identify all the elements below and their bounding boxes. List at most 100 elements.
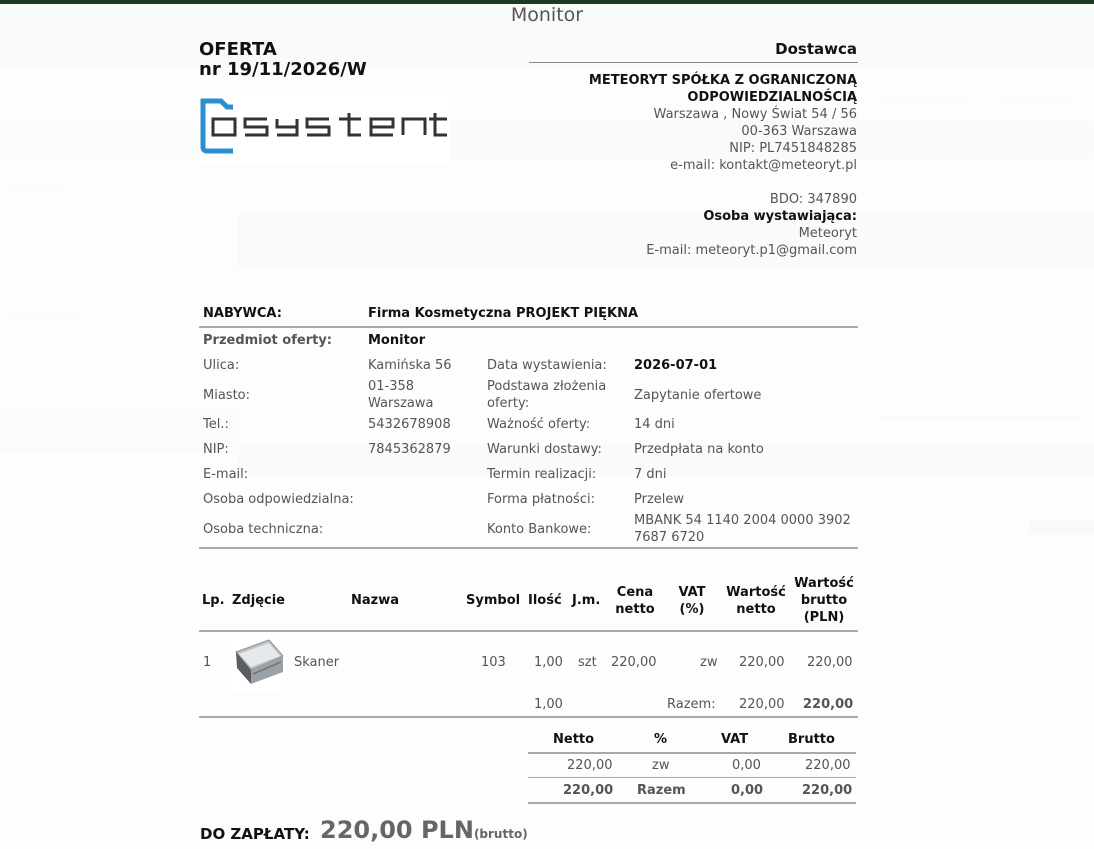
to-pay-value: 220,00 PLN	[320, 816, 474, 844]
summary-col-gross: Brutto	[788, 732, 835, 747]
supplier-bdo: BDO: 347890	[769, 192, 857, 207]
supplier-email: e-mail: kontakt@meteoryt.pl	[670, 158, 857, 173]
issue-date-value: 2026-07-01	[634, 358, 718, 373]
company-logo	[199, 95, 450, 163]
validity-label: Ważność oferty:	[487, 417, 591, 432]
summary-vat: 0,00	[732, 758, 761, 773]
scanner-photo-icon	[235, 639, 284, 684]
divider	[199, 630, 858, 632]
col-gross-value: Wartość brutto (PLN)	[790, 575, 858, 626]
col-vat-line2: (%)	[679, 602, 705, 617]
col-name: Nazwa	[351, 593, 400, 608]
term-value: 7 dni	[634, 467, 667, 482]
payment-value: Przelew	[634, 492, 685, 507]
supplier-heading: Dostawca	[775, 40, 857, 58]
col-symbol: Symbol	[466, 593, 521, 608]
asystent-logo-icon	[200, 98, 447, 154]
delivery-value: Przedpłata na konto	[634, 442, 764, 457]
supplier-name-2: ODPOWIEDZIALNOŚCIĄ	[687, 90, 857, 105]
nip-label: NIP:	[203, 442, 229, 457]
summary-total-vat: 0,00	[731, 783, 764, 798]
col-net-price-line2: netto	[615, 602, 655, 617]
subject-label: Przedmiot oferty:	[203, 333, 333, 348]
col-qty: Ilość	[528, 593, 562, 608]
col-unit: J.m.	[572, 593, 601, 608]
basis-label-2: oferty:	[487, 396, 530, 411]
divider	[528, 777, 856, 778]
supplier-postal-city: 00-363 Warszawa	[741, 124, 857, 139]
col-gross-value-line3: (PLN)	[803, 610, 845, 625]
basis-label: Podstawa złożenia	[487, 379, 607, 394]
offer-title: OFERTA nr 19/11/2026/W	[199, 40, 367, 80]
item-name: Skaner	[294, 655, 340, 670]
col-net-price-line1: Cena	[616, 585, 654, 600]
account-value-2: 7687 6720	[634, 530, 705, 545]
summary-col-net: Netto	[553, 732, 595, 747]
item-net-value: 220,00	[739, 655, 785, 670]
col-photo: Zdjęcie	[232, 593, 285, 608]
item-lp: 1	[203, 655, 212, 670]
total-net-value: 220,00	[739, 697, 785, 712]
item-symbol: 103	[481, 655, 506, 670]
supplier-address: Warszawa , Nowy Świat 54 / 56	[653, 107, 857, 122]
nip-value: 7845362879	[368, 442, 451, 457]
account-value: MBANK 54 1140 2004 0000 3902	[634, 513, 851, 528]
col-net-value-line2: netto	[736, 602, 776, 617]
col-gross-value-line2: brutto	[800, 593, 848, 608]
issuer-name: Meteoryt	[798, 226, 857, 241]
to-pay-label: DO ZAPŁATY:	[200, 825, 310, 843]
summary-total-gross: 220,00	[802, 783, 853, 798]
issuer-label: Osoba wystawiająca:	[703, 209, 857, 224]
city-name: Warszawa	[368, 396, 434, 411]
subject-value: Monitor	[368, 333, 426, 348]
item-net-price: 220,00	[611, 655, 657, 670]
responsible-label: Osoba odpowiedzialna:	[203, 492, 354, 507]
supplier-nip: NIP: PL7451848285	[729, 141, 857, 156]
basis-value: Zapytanie ofertowe	[634, 388, 762, 403]
summary-gross: 220,00	[805, 758, 851, 773]
summary-col-pct: %	[654, 732, 668, 747]
total-qty: 1,00	[534, 697, 563, 712]
issue-date-label: Data wystawienia:	[487, 358, 607, 373]
to-pay-unit: (brutto)	[473, 827, 528, 841]
col-net-price: Cena netto	[605, 584, 665, 618]
buyer-label: NABYWCA:	[203, 306, 282, 321]
item-gross-value: 220,00	[807, 655, 853, 670]
divider	[199, 547, 858, 549]
col-net-value-line1: Wartość	[726, 585, 786, 600]
divider	[199, 326, 858, 328]
summary-pct: zw	[652, 758, 670, 773]
payment-label: Forma płatności:	[487, 492, 595, 507]
offer-document: OFERTA nr 19/11/2026/W Dostawca METEORYT…	[0, 0, 1094, 849]
technical-label: Osoba techniczna:	[203, 522, 324, 537]
supplier-name: METEORYT SPÓŁKA Z OGRANICZONĄ	[588, 73, 857, 88]
col-vat: VAT (%)	[670, 584, 714, 618]
buyer-name: Firma Kosmetyczna PROJEKT PIĘKNA	[368, 306, 639, 321]
col-lp: Lp.	[202, 593, 225, 608]
item-qty: 1,00	[534, 655, 563, 670]
item-vat: zw	[700, 655, 718, 670]
divider	[199, 716, 858, 718]
summary-col-vat: VAT	[721, 732, 749, 747]
validity-value: 14 dni	[634, 417, 675, 432]
divider	[528, 802, 856, 804]
offer-title-line1: OFERTA	[199, 39, 277, 60]
delivery-label: Warunki dostawy:	[487, 442, 602, 457]
issuer-email: E-mail: meteoryt.p1@gmail.com	[646, 243, 857, 258]
to-pay-amount: 220,00 PLN(brutto)	[320, 816, 528, 844]
col-vat-line1: VAT	[678, 585, 706, 600]
phone-label: Tel.:	[203, 417, 229, 432]
total-gross-value: 220,00	[803, 697, 854, 712]
divider	[528, 752, 856, 754]
email-label: E-mail:	[203, 467, 249, 482]
divider	[529, 62, 858, 63]
offer-number: nr 19/11/2026/W	[199, 59, 367, 80]
item-unit: szt	[578, 655, 597, 670]
col-gross-value-line1: Wartość	[794, 576, 854, 591]
street-value: Kamińska 56	[368, 358, 452, 373]
city-label: Miasto:	[203, 388, 250, 403]
summary-total-net: 220,00	[563, 783, 614, 798]
col-net-value: Wartość netto	[722, 584, 790, 618]
total-label: Razem:	[667, 697, 716, 712]
street-label: Ulica:	[203, 358, 240, 373]
